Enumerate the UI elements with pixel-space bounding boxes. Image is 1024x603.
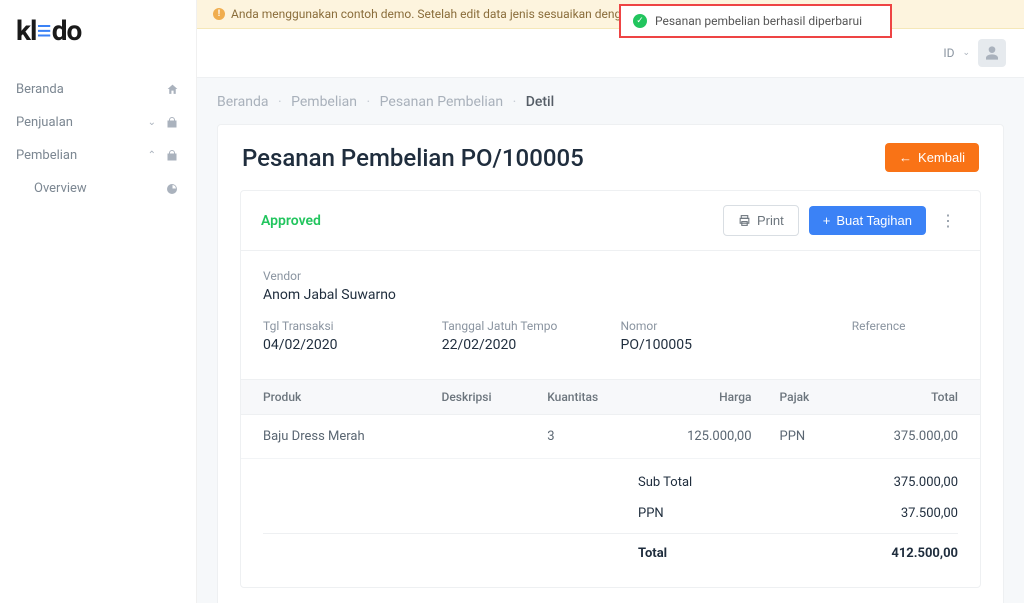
cell-price: 125.000,00: [640, 415, 765, 459]
cell-qty: 3: [533, 415, 640, 459]
avatar[interactable]: [978, 39, 1006, 67]
sidebar-item-label: Penjualan: [16, 115, 73, 130]
logo-e-icon: ≡: [37, 14, 51, 47]
sidebar-item-overview[interactable]: Overview: [16, 172, 180, 205]
warning-icon: !: [213, 8, 225, 20]
cell-desc: [428, 415, 534, 459]
demo-banner: ! Anda menggunakan contoh demo. Setelah …: [197, 0, 1024, 29]
breadcrumb-item[interactable]: Pesanan Pembelian: [380, 94, 503, 110]
chevron-down-icon: ⌄: [148, 117, 156, 128]
breadcrumb: Beranda · Pembelian · Pesanan Pembelian …: [197, 78, 1024, 118]
create-bill-button-label: Buat Tagihan: [836, 213, 912, 228]
toast-text: Pesanan pembelian berhasil diperbarui: [655, 14, 862, 28]
sidebar-item-penjualan[interactable]: Penjualan ⌄: [16, 106, 180, 139]
status-badge: Approved: [261, 213, 321, 229]
cell-tax: PPN: [766, 415, 844, 459]
col-total: Total: [844, 380, 980, 415]
sidebar-item-label: Overview: [34, 181, 87, 196]
due-date-value: 22/02/2020: [442, 337, 601, 353]
col-desc: Deskripsi: [428, 380, 534, 415]
logo-text-pre: kl: [16, 14, 36, 47]
print-icon: [738, 214, 751, 227]
logo-text-post: do: [52, 14, 82, 47]
plus-icon: +: [823, 213, 831, 228]
back-button-label: Kembali: [918, 150, 965, 165]
table-row: Baju Dress Merah 3 125.000,00 PPN 375.00…: [241, 415, 980, 459]
print-button[interactable]: Print: [723, 205, 799, 236]
page-title: Pesanan Pembelian PO/100005: [242, 144, 584, 172]
bag-icon: [166, 150, 180, 162]
col-product: Produk: [241, 380, 428, 415]
home-icon: [166, 83, 180, 96]
sidebar-item-label: Beranda: [16, 82, 64, 97]
cell-total: 375.000,00: [844, 415, 980, 459]
sidebar: kl≡do Beranda Penjualan ⌄ Pembelian ⌃: [0, 0, 197, 603]
back-button[interactable]: ← Kembali: [885, 143, 979, 172]
create-bill-button[interactable]: + Buat Tagihan: [809, 206, 926, 235]
arrow-left-icon: ←: [899, 150, 912, 165]
col-price: Harga: [640, 380, 765, 415]
topbar: ID ⌄: [197, 29, 1024, 78]
chevron-down-icon: ⌄: [962, 48, 970, 58]
more-menu[interactable]: ⋮: [936, 211, 960, 230]
total-value: 412.500,00: [818, 546, 958, 561]
line-items-table: Produk Deskripsi Kuantitas Harga Pajak T…: [241, 379, 980, 459]
subtotal-value: 375.000,00: [818, 475, 958, 490]
breadcrumb-sep: ·: [367, 94, 371, 110]
reference-label: Reference: [799, 319, 958, 333]
number-label: Nomor: [621, 319, 780, 333]
success-toast: ✓ Pesanan pembelian berhasil diperbarui: [619, 4, 892, 38]
bag-icon: [166, 117, 180, 129]
breadcrumb-sep: ·: [513, 94, 517, 110]
number-value: PO/100005: [621, 337, 780, 353]
totals: Sub Total 375.000,00 PPN 37.500,00 Total…: [241, 459, 980, 587]
print-button-label: Print: [757, 213, 784, 228]
chart-icon: [166, 183, 180, 195]
col-qty: Kuantitas: [533, 380, 640, 415]
sidebar-item-label: Pembelian: [16, 148, 77, 163]
ppn-label: PPN: [638, 506, 778, 521]
tx-date-value: 04/02/2020: [263, 337, 422, 353]
sidebar-item-pembelian[interactable]: Pembelian ⌃: [16, 139, 180, 172]
subtotal-label: Sub Total: [638, 475, 778, 490]
check-icon: ✓: [633, 14, 647, 28]
breadcrumb-current: Detil: [526, 94, 554, 110]
vendor-label: Vendor: [263, 269, 958, 283]
cell-product: Baju Dress Merah: [241, 415, 428, 459]
logo: kl≡do: [16, 14, 180, 47]
po-card: Pesanan Pembelian PO/100005 ← Kembali Ap…: [217, 124, 1004, 603]
col-tax: Pajak: [766, 380, 844, 415]
vendor-value: Anom Jabal Suwarno: [263, 287, 958, 303]
tx-date-label: Tgl Transaksi: [263, 319, 422, 333]
sidebar-item-beranda[interactable]: Beranda: [16, 73, 180, 106]
language-switch[interactable]: ID: [943, 46, 954, 60]
due-date-label: Tanggal Jatuh Tempo: [442, 319, 601, 333]
chevron-up-icon: ⌃: [148, 150, 156, 161]
breadcrumb-item[interactable]: Pembelian: [291, 94, 357, 110]
ppn-value: 37.500,00: [818, 506, 958, 521]
breadcrumb-item[interactable]: Beranda: [217, 94, 268, 110]
main: ! Anda menggunakan contoh demo. Setelah …: [197, 0, 1024, 603]
breadcrumb-sep: ·: [278, 94, 282, 110]
total-label: Total: [638, 546, 778, 561]
